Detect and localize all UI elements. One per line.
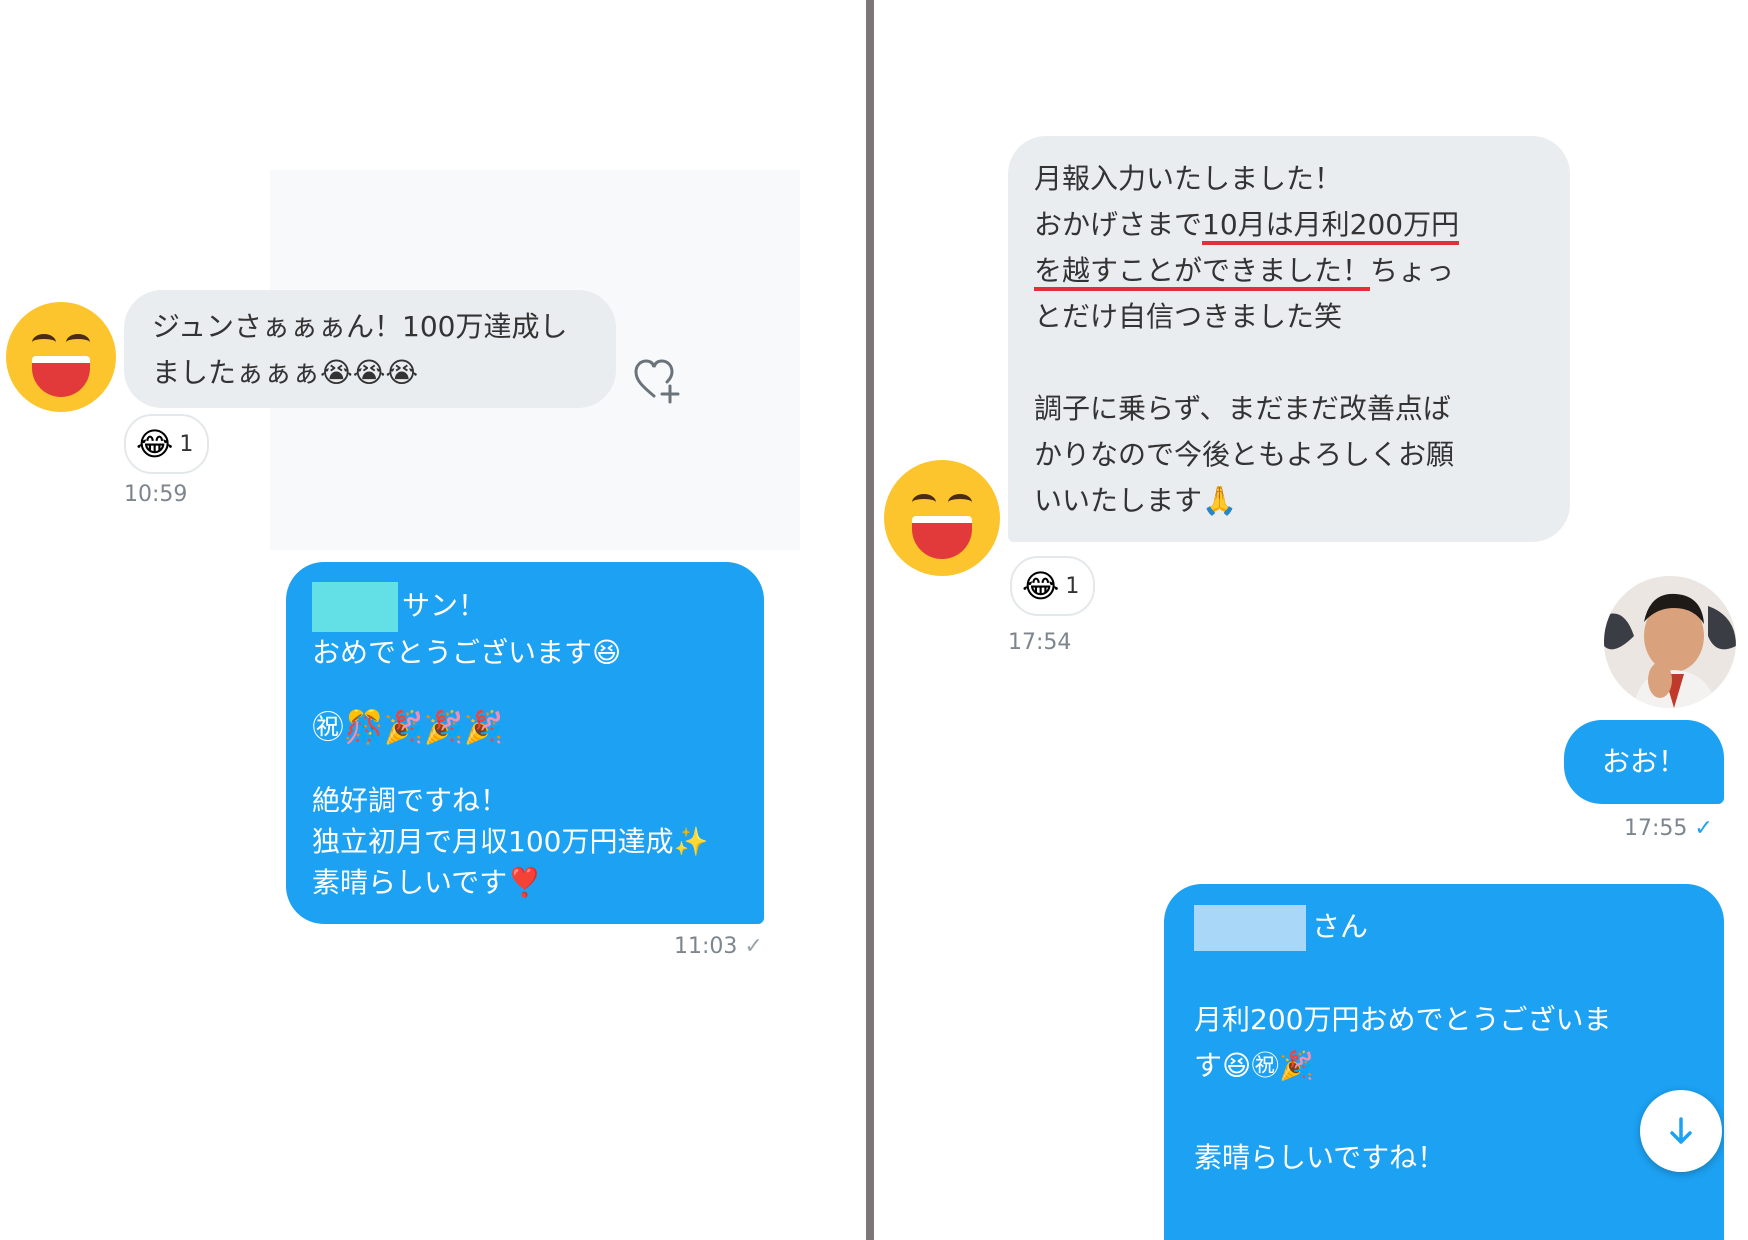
message-line: とだけ自信つきました笑 xyxy=(1034,300,1343,333)
left-conversation-panel: ジュンさぁぁぁん！100万達成し ましたぁぁぁ😭😭😭 😂 1 10:59 サン！… xyxy=(0,0,866,1240)
scroll-to-bottom-button[interactable] xyxy=(1640,1090,1722,1172)
user-profile-photo[interactable] xyxy=(1604,576,1736,708)
redacted-name xyxy=(1194,905,1306,951)
panel-divider xyxy=(866,0,874,1240)
reply-text: おお！ xyxy=(1601,745,1686,778)
right-conversation-panel: 月報入力いたしました！ おかげさまで10月は月利200万円 を越すことができまし… xyxy=(874,0,1748,1240)
message-line: 絶好調ですね！ xyxy=(312,784,509,817)
reaction-badge[interactable]: 😂 1 xyxy=(1010,556,1096,616)
read-check-icon: ✓ xyxy=(744,934,763,959)
outgoing-message-bubble[interactable]: さん 月利200万円おめでとうございま す😆㊗🎉 素晴らしいですね！ xyxy=(1164,884,1724,1240)
incoming-message-bubble[interactable]: 月報入力いたしました！ おかげさまで10月は月利200万円 を越すことができまし… xyxy=(1008,136,1570,542)
message-line: 素晴らしいです❣️ xyxy=(312,866,543,899)
underlined-highlight: 10月は月利200万円 xyxy=(1202,208,1460,245)
reaction-badge[interactable]: 😂 1 xyxy=(124,414,210,474)
message-line: いいたします🙏 xyxy=(1034,484,1237,517)
read-check-icon: ✓ xyxy=(1694,816,1713,841)
message-line: ましたぁぁぁ😭😭😭 xyxy=(152,356,419,389)
redacted-name xyxy=(312,582,398,632)
message-line: 月報入力いたしました！ xyxy=(1034,162,1343,195)
message-line: 独立初月で月収100万円達成✨ xyxy=(312,825,709,858)
arrow-down-icon xyxy=(1670,1117,1692,1144)
message-fragment: おかげさまで xyxy=(1034,208,1203,241)
outgoing-reply-bubble[interactable]: おお！ xyxy=(1564,720,1724,804)
message-fragment: ちょっ xyxy=(1370,254,1455,287)
message-timestamp-row: 11:03 ✓ xyxy=(674,934,763,959)
laughing-crying-emoji: 😂 xyxy=(136,425,174,463)
avatar-smiley-icon[interactable] xyxy=(6,302,116,412)
message-line: おめでとうございます😆 xyxy=(312,636,622,669)
incoming-message-bubble[interactable]: ジュンさぁぁぁん！100万達成し ましたぁぁぁ😭😭😭 xyxy=(124,290,616,408)
greeting-text: さん xyxy=(1312,910,1369,943)
message-line: す😆㊗🎉 xyxy=(1194,1049,1315,1082)
message-timestamp: 11:03 xyxy=(674,934,738,959)
message-line: ジュンさぁぁぁん！100万達成し xyxy=(152,310,568,343)
avatar-smiley-icon[interactable] xyxy=(884,460,1000,576)
reaction-count: 1 xyxy=(1065,573,1080,599)
outgoing-message-bubble[interactable]: サン！ おめでとうございます😆 ㊗🎊🎉🎉🎉 絶好調ですね！ 独立初月で月収100… xyxy=(286,562,764,924)
profile-photo-image xyxy=(1604,576,1736,708)
underlined-highlight: を越すことができました！ xyxy=(1034,254,1371,291)
celebration-emoji-row: ㊗🎊🎉🎉🎉 xyxy=(312,708,504,746)
message-line: かりなので今後ともよろしくお願 xyxy=(1034,438,1455,471)
add-reaction-heart-icon[interactable] xyxy=(634,358,680,404)
message-line: 調子に乗らず、まだまだ改善点ば xyxy=(1034,392,1451,425)
message-timestamp-row: 17:55 ✓ xyxy=(1624,816,1713,841)
message-timestamp: 17:55 xyxy=(1624,816,1688,841)
greeting-text: サン！ xyxy=(402,589,487,622)
message-line: 月利200万円おめでとうございま xyxy=(1194,1003,1612,1036)
message-timestamp: 17:54 xyxy=(1008,630,1072,655)
message-timestamp: 10:59 xyxy=(124,482,188,507)
reaction-count: 1 xyxy=(179,431,194,457)
laughing-crying-emoji: 😂 xyxy=(1022,567,1060,605)
